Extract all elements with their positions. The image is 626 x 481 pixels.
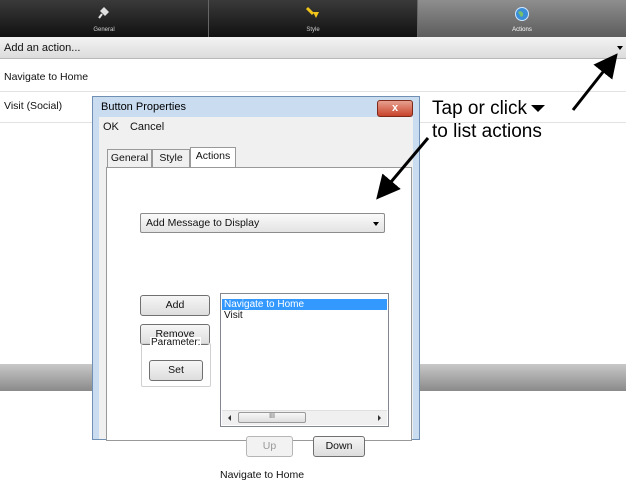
selected-action-text: Navigate to Home [220,469,305,481]
arrow-to-message-select [376,137,430,200]
arrow-to-action-dropdown [571,53,618,111]
annotation-arrows [376,53,618,200]
up-button[interactable]: Up [246,436,293,457]
down-button[interactable]: Down [313,436,365,457]
